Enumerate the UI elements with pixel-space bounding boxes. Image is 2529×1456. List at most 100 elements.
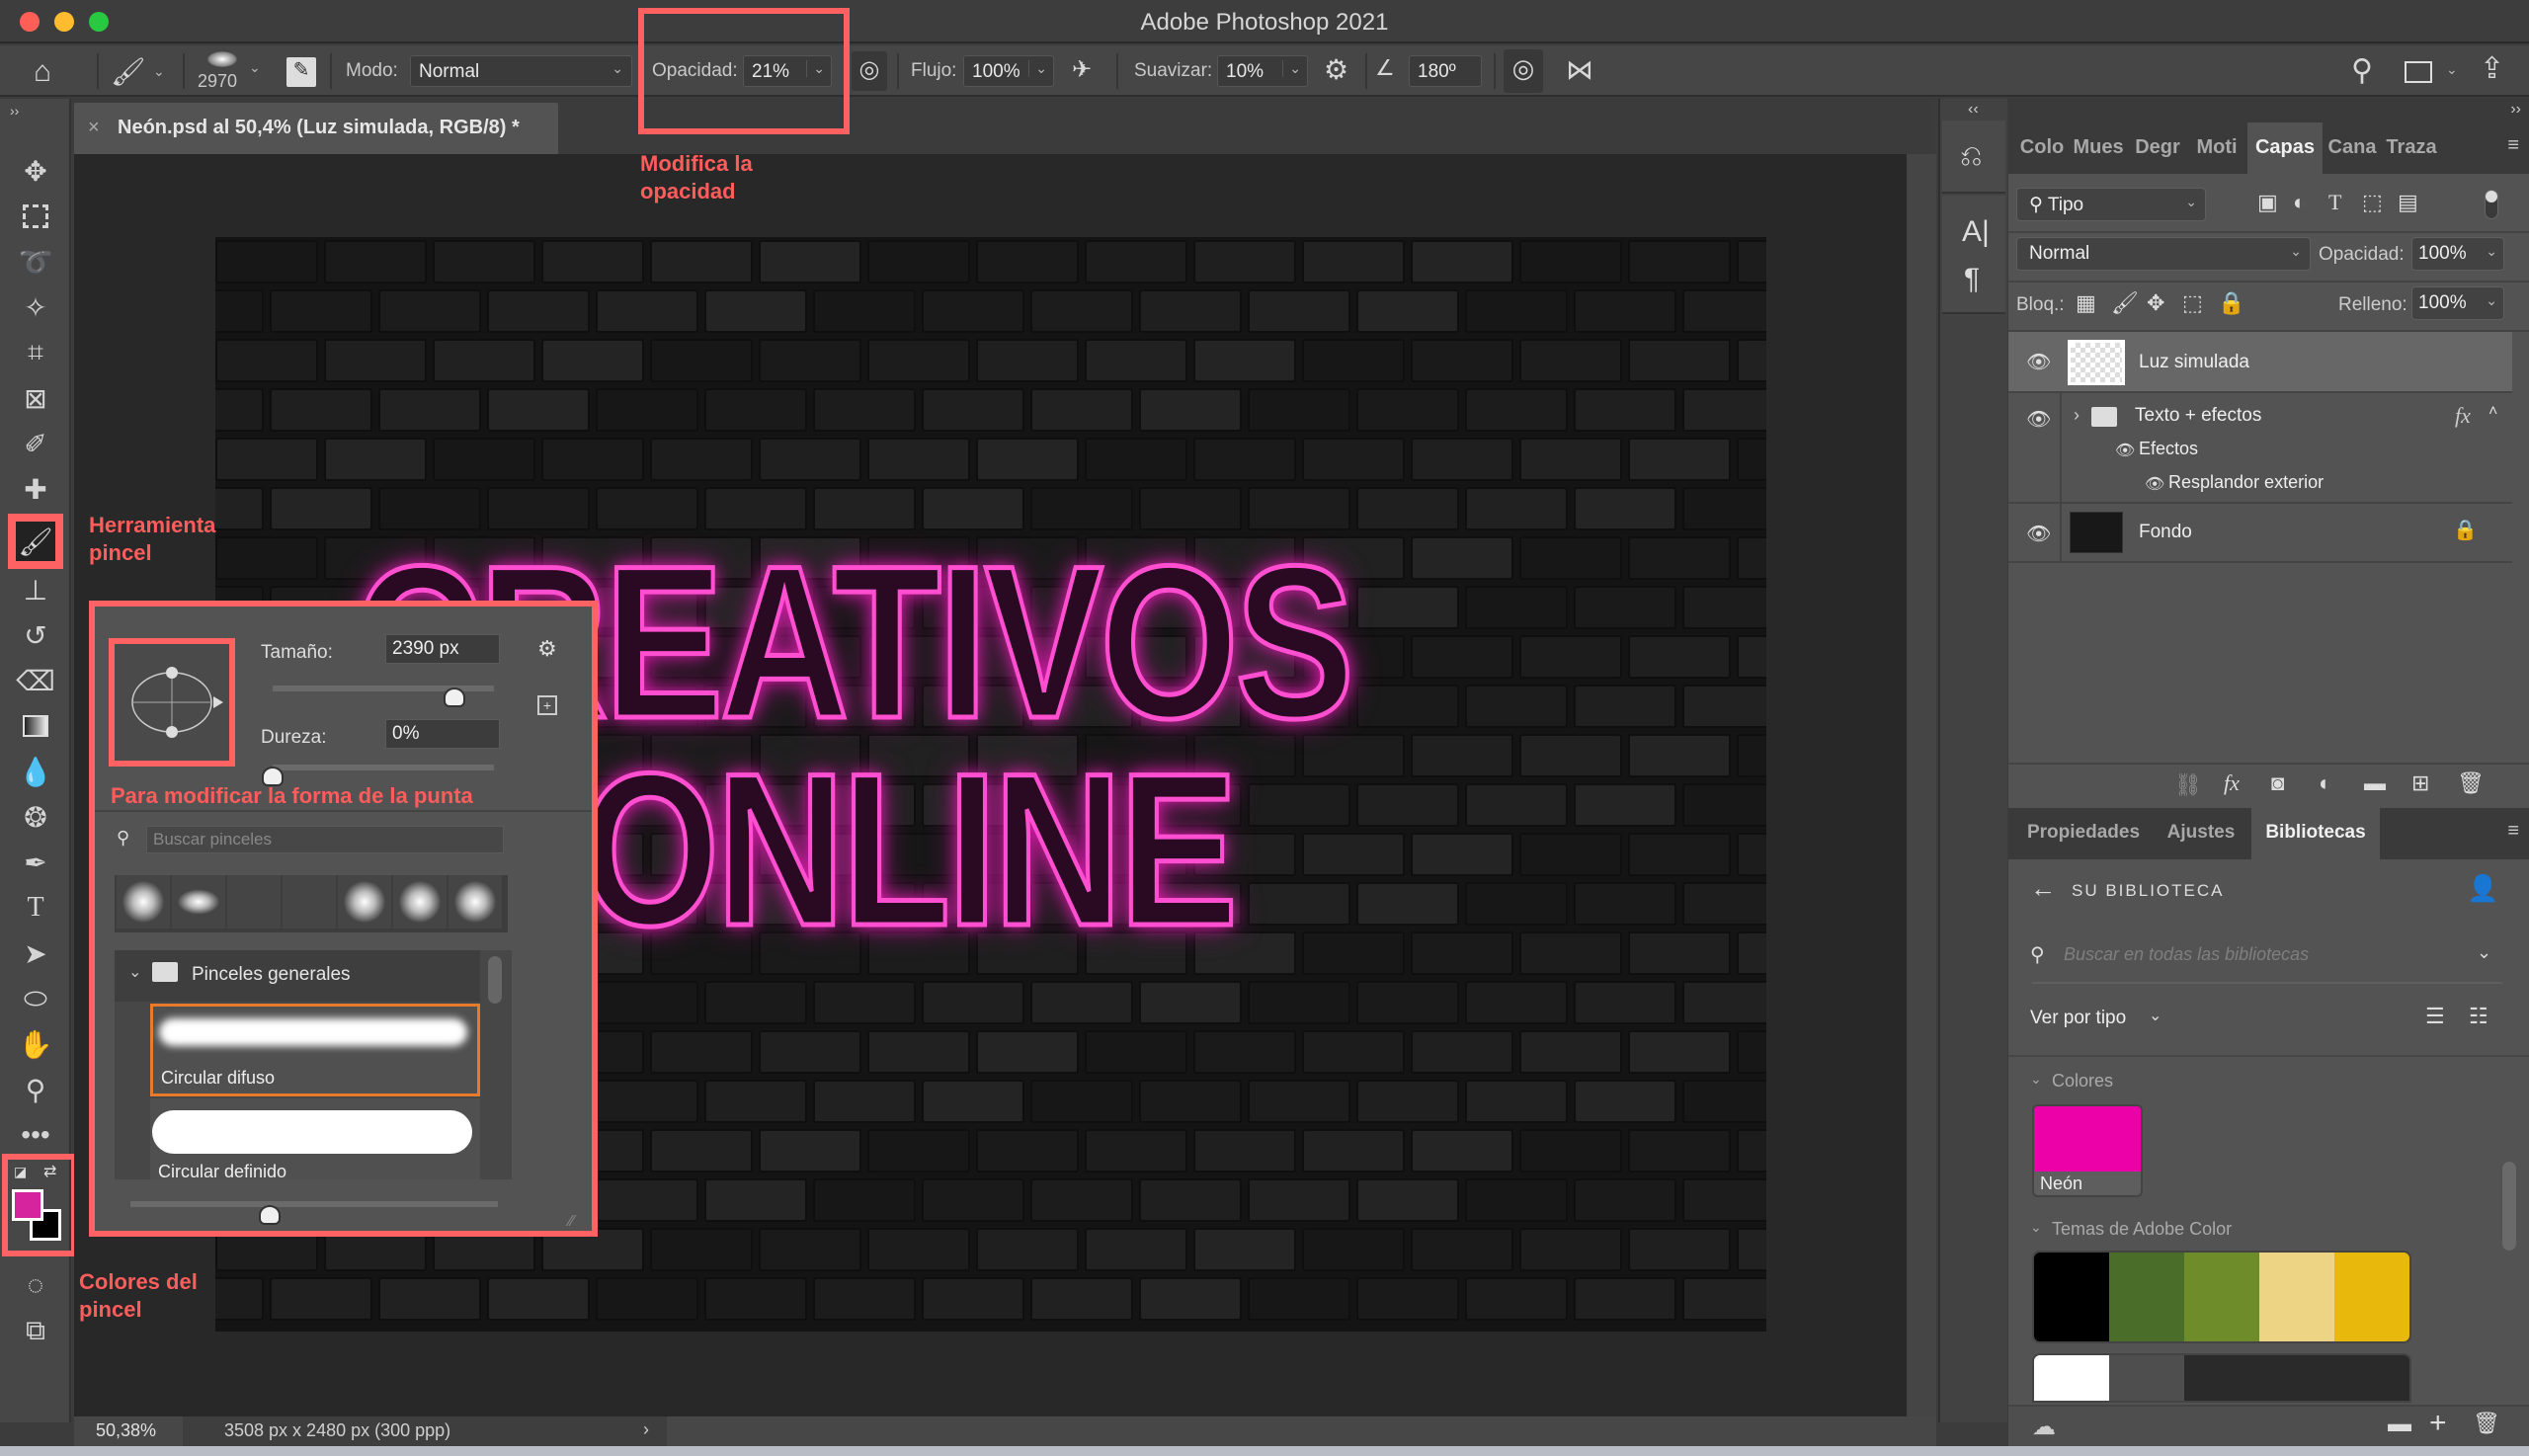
blur-tool-icon[interactable]: 💧 (14, 751, 57, 792)
path-selection-tool-icon[interactable]: ➤ (14, 932, 57, 974)
visibility-eye-icon[interactable]: 👁 (2026, 522, 2051, 546)
sort-icon[interactable]: ☰ (2425, 1004, 2445, 1029)
screen-mode-icon[interactable]: ⧉ (14, 1310, 57, 1351)
default-colors-icon[interactable]: ◪ (14, 1164, 27, 1180)
brush-settings-panel-icon[interactable]: ✎ (286, 57, 316, 87)
theme-color-4[interactable] (2259, 1253, 2334, 1341)
marquee-tool-icon[interactable] (14, 196, 57, 237)
layer-row-texto-efectos[interactable]: 👁 › Texto + efectos fx ˄ 👁 Efectos 👁 Res… (2008, 393, 2512, 504)
hardness-slider[interactable] (273, 765, 494, 770)
list-view-icon[interactable]: ☷ (2469, 1004, 2488, 1029)
color-theme-1[interactable] (2032, 1251, 2411, 1343)
tab-layers[interactable]: Capas (2247, 122, 2323, 174)
expand-panels-icon[interactable]: ›› (2510, 101, 2521, 119)
tab-paths[interactable]: Traza (2382, 122, 2441, 174)
chevron-down-icon[interactable]: ⌄ (2030, 1219, 2042, 1236)
chevron-right-icon[interactable]: › (643, 1419, 649, 1440)
theme-color-5[interactable] (2334, 1253, 2409, 1341)
size-field[interactable]: 2390 px (385, 634, 500, 664)
crop-tool-icon[interactable]: ⌗ (14, 332, 57, 373)
lock-all-icon[interactable]: 🔒 (2218, 290, 2244, 316)
chevron-down-icon[interactable]: ⌄ (2477, 942, 2491, 963)
tab-color[interactable]: Colo (2016, 122, 2068, 174)
character-panel-icon[interactable]: A| (1962, 215, 1990, 249)
lock-transparency-icon[interactable]: ▦ (2076, 290, 2096, 316)
filter-adjustment-icon[interactable]: ◐ (2293, 190, 2306, 215)
brush-tip-shape-editor[interactable] (109, 638, 235, 767)
lock-position-icon[interactable]: ✥ (2147, 290, 2164, 316)
library-search-input[interactable]: Buscar en todas las bibliotecas (2064, 944, 2309, 965)
chevron-down-icon[interactable]: ⌄ (2149, 1006, 2162, 1025)
tab-channels[interactable]: Cana (2325, 122, 2380, 174)
lasso-tool-icon[interactable]: ➰ (14, 241, 57, 283)
gear-icon[interactable]: ⚙ (1324, 53, 1348, 86)
tab-swatches[interactable]: Mues (2070, 122, 2127, 174)
foreground-color-swatch[interactable] (12, 1189, 43, 1221)
brush-item-selected[interactable]: Circular difuso (150, 1004, 480, 1096)
collapse-panels-icon[interactable]: ‹‹ (1968, 101, 1979, 119)
view-by-select[interactable]: Ver por tipo (2030, 1008, 2126, 1029)
theme-color-2[interactable] (2109, 1355, 2184, 1401)
document-tab[interactable]: × Neón.psd al 50,4% (Luz simulada, RGB/8… (74, 103, 558, 154)
panel-menu-icon[interactable]: ≡ (2507, 820, 2519, 843)
tab-properties[interactable]: Propiedades (2016, 808, 2151, 859)
chevron-down-icon[interactable]: ⌄ (153, 63, 165, 80)
color-theme-2[interactable] (2032, 1353, 2411, 1403)
airbrush-icon[interactable]: ✈ (1072, 55, 1092, 84)
add-icon[interactable]: + (2429, 1407, 2447, 1440)
new-adjustment-layer-icon[interactable]: ◐ (2319, 770, 2331, 796)
symmetry-butterfly-icon[interactable]: ⋈ (1566, 53, 1593, 86)
doc-info-area[interactable]: 3508 px x 2480 px (300 ppp) › (183, 1416, 667, 1446)
smoothing-field[interactable]: 10% ⌄ (1217, 55, 1308, 87)
pen-tool-icon[interactable]: ✒ (14, 842, 57, 883)
quick-mask-icon[interactable]: ◌ (14, 1264, 57, 1306)
recent-brush-3[interactable] (227, 875, 281, 929)
new-group-icon[interactable]: ▬ (2364, 770, 2386, 796)
stamp-tool-icon[interactable]: ⊥ (14, 569, 57, 610)
add-layer-style-icon[interactable]: fx (2224, 770, 2240, 796)
theme-color-1[interactable] (2034, 1253, 2109, 1341)
filter-pixel-icon[interactable]: ▣ (2257, 190, 2278, 215)
lock-image-icon[interactable]: 🖌 (2111, 290, 2139, 316)
fx-icon[interactable]: fx (2455, 403, 2471, 429)
filter-smart-object-icon[interactable]: ▤ (2398, 190, 2418, 215)
recent-brush-6[interactable] (393, 875, 447, 929)
filter-type-icon[interactable]: T (2328, 190, 2341, 215)
more-tools-icon[interactable]: ••• (14, 1114, 57, 1156)
libraries-scrollbar[interactable] (2502, 1162, 2516, 1251)
hand-tool-icon[interactable]: ✋ (14, 1023, 57, 1065)
workspace-layout-icon[interactable] (2405, 61, 2432, 83)
tab-patterns[interactable]: Moti (2188, 122, 2245, 174)
pressure-opacity-icon[interactable]: ◎ (852, 51, 887, 91)
eyedropper-tool-icon[interactable]: ✐ (14, 423, 57, 464)
mode-select[interactable]: Normal ⌄ (410, 55, 632, 87)
tab-libraries[interactable]: Bibliotecas (2251, 808, 2380, 859)
history-panel-button[interactable]: ⎌ (1942, 121, 2005, 194)
add-mask-icon[interactable]: ◙ (2271, 770, 2284, 796)
delete-layer-icon[interactable]: 🗑 (2457, 770, 2485, 796)
expand-toolbar-icon[interactable]: ›› (10, 103, 19, 119)
size-slider-thumb[interactable] (443, 688, 465, 707)
preview-size-slider-thumb[interactable] (259, 1205, 282, 1225)
filter-toggle[interactable] (2485, 190, 2498, 219)
brush-preset-icon[interactable]: 🖌 (111, 55, 146, 88)
recent-brush-1[interactable] (117, 875, 170, 929)
brush-search-input[interactable]: Buscar pinceles (146, 826, 504, 853)
close-tab-icon[interactable]: × (88, 117, 100, 139)
panel-menu-icon[interactable]: ≡ (2507, 134, 2519, 157)
color-swatch-neon[interactable]: Neón (2032, 1104, 2143, 1197)
delete-icon[interactable]: 🗑 (2473, 1411, 2500, 1436)
frame-tool-icon[interactable]: ⊠ (14, 377, 57, 419)
brush-folder-row[interactable]: ⌄ Pinceles generales (115, 950, 480, 1002)
ellipse-tool-icon[interactable]: ⬭ (14, 978, 57, 1019)
gradient-tool-icon[interactable] (14, 705, 57, 747)
pressure-size-icon[interactable]: ◎ (1504, 49, 1543, 93)
layer-opacity-field[interactable]: 100% ⌄ (2411, 237, 2504, 271)
angle-field[interactable]: 180º (1409, 55, 1482, 87)
move-tool-icon[interactable]: ✥ (14, 150, 57, 192)
chevron-right-icon[interactable]: › (2074, 405, 2080, 426)
search-icon[interactable]: ⚲ (2351, 53, 2373, 88)
visibility-eye-icon[interactable]: 👁 (2026, 407, 2051, 432)
cloud-icon[interactable]: ☁ (2032, 1413, 2056, 1441)
recent-brush-2[interactable] (172, 875, 225, 929)
